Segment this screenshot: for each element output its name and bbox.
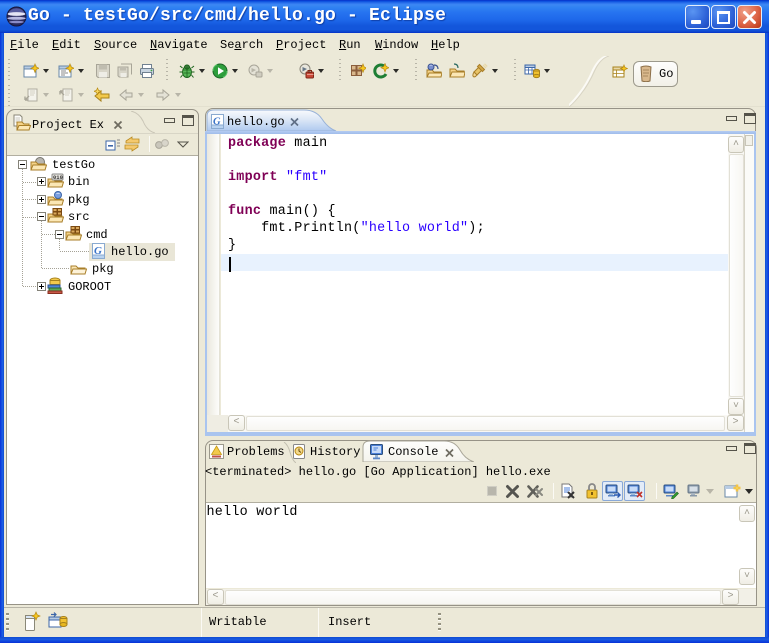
svg-text:G: G (213, 117, 221, 128)
svg-text:010: 010 (53, 174, 63, 181)
svg-text:G: G (94, 245, 102, 257)
